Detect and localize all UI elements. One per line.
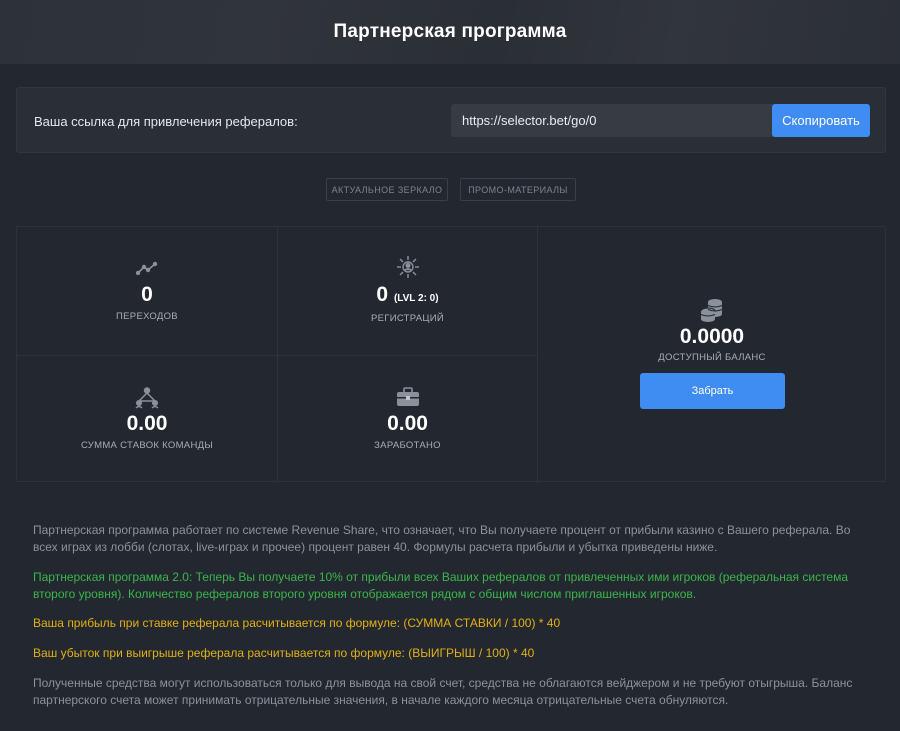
stat-registrations: 0 (LVL 2: 0) РЕГИСТРАЦИЙ	[278, 227, 538, 356]
tab-promo-materials[interactable]: ПРОМО-МАТЕРИАЛЫ	[460, 178, 576, 201]
info-loss-formula: Ваш убыток при выигрыше реферала расчиты…	[33, 646, 535, 660]
registrations-value: 0 (LVL 2: 0)	[376, 283, 439, 306]
referral-link-input[interactable]	[451, 104, 773, 137]
earned-value: 0.00	[387, 412, 428, 435]
briefcase-icon	[396, 387, 420, 412]
stats-grid: 0 ПЕРЕХОДОВ 0 (LVL 2: 0) РЕГИСТРАЦИЙ 0.0…	[16, 226, 886, 483]
page-header: Партнерская программа	[0, 0, 900, 64]
balance-value: 0.0000	[679, 325, 745, 348]
info-funds-usage: Полученные средства могут использоваться…	[33, 676, 853, 707]
tab-actual-mirror[interactable]: АКТУАЛЬНОЕ ЗЕРКАЛО	[326, 178, 448, 201]
referral-link-label: Ваша ссылка для привлечения рефералов:	[34, 114, 298, 129]
registrations-label: РЕГИСТРАЦИЙ	[370, 313, 444, 324]
info-program-2: Партнерская программа 2.0: Теперь Вы пол…	[33, 570, 849, 601]
clicks-label: ПЕРЕХОДОВ	[116, 311, 178, 322]
clicks-value: 0	[141, 283, 153, 306]
stat-clicks: 0 ПЕРЕХОДОВ	[17, 227, 278, 356]
coins-icon	[699, 297, 725, 328]
chart-line-icon	[135, 261, 158, 280]
registrations-lvl2: (LVL 2: 0)	[393, 293, 439, 304]
info-revenue-share: Партнерская программа работает по систем…	[33, 523, 851, 554]
stat-balance: 0.0000 ДОСТУПНЫЙ БАЛАНС Забрать	[538, 227, 886, 483]
withdraw-balance-button[interactable]: Забрать	[640, 373, 785, 409]
stat-earned: 0.00 ЗАРАБОТАНО	[278, 356, 538, 483]
team-hierarchy-icon	[135, 387, 159, 414]
team-bets-label: СУММА СТАВОК КОМАНДЫ	[80, 440, 214, 451]
page-title: Партнерская программа	[333, 21, 567, 42]
referral-link-panel: Ваша ссылка для привлечения рефералов: С…	[16, 87, 886, 153]
copy-link-button[interactable]: Скопировать	[772, 104, 870, 137]
info-profit-formula: Ваша прибыль при ставке реферала расчиты…	[33, 616, 561, 630]
team-bets-value: 0.00	[126, 412, 168, 435]
balance-label: ДОСТУПНЫЙ БАЛАНС	[658, 352, 766, 363]
stat-team-bets: 0.00 СУММА СТАВОК КОМАНДЫ	[17, 356, 278, 483]
earned-label: ЗАРАБОТАНО	[374, 440, 441, 451]
user-network-icon	[396, 255, 420, 284]
